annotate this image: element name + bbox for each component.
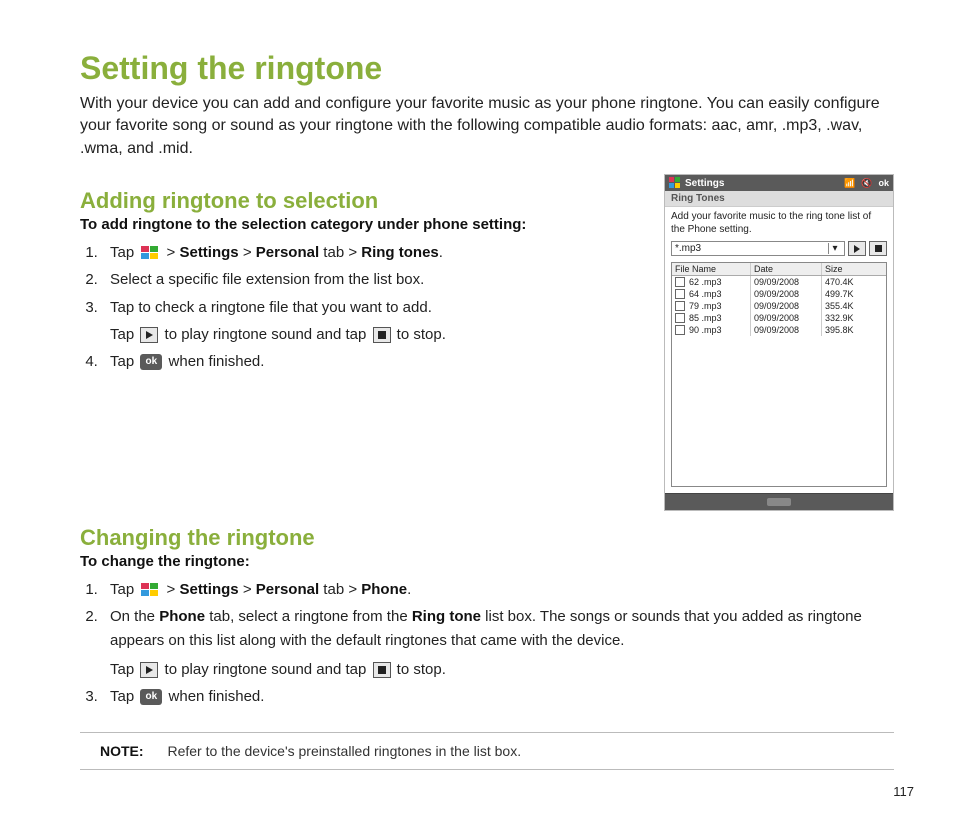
speaker-icon: 🔇 [861,178,872,189]
shot-subbar: Ring Tones [665,191,893,207]
col-filename[interactable]: File Name [672,263,751,275]
text: when finished. [164,688,264,705]
shot-title: Settings [685,178,724,189]
play-icon [140,327,158,343]
col-size[interactable]: Size [822,263,886,275]
note-label: NOTE: [100,743,144,759]
text: . [439,244,443,261]
text: tab, select a ringtone from the [205,608,412,625]
note-text: Refer to the device's preinstalled ringt… [167,743,521,759]
signal-icon: 📶 [844,178,855,189]
shot-ok[interactable]: ok [878,178,889,188]
shot-titlebar: Settings 📶 🔇 ok [665,175,893,191]
text: Tap [110,326,138,343]
text: On the [110,608,159,625]
page-number: 117 [893,784,914,799]
text: Tap [110,581,138,598]
text: Tap [110,688,138,705]
text: Tap [110,661,138,678]
text: Tap [110,353,138,370]
text-bold: Phone [361,581,407,598]
s2-step1: Tap > Settings > Personal tab > Phone. [102,578,894,601]
text: to stop. [393,326,446,343]
play-button[interactable] [848,241,866,256]
select-value: *.mp3 [675,243,701,254]
checkbox[interactable] [675,289,685,299]
shot-desc: Add your favorite music to the ring tone… [671,211,887,236]
section2-list: Tap > Settings > Personal tab > Phone. O… [80,578,894,708]
checkbox[interactable] [675,325,685,335]
section2-heading: Changing the ringtone [80,525,894,551]
shot-bottombar [665,493,893,510]
table-row[interactable]: 64 .mp309/09/2008499.7K [672,288,886,300]
text: to stop. [393,661,446,678]
stop-button[interactable] [869,241,887,256]
s1-step2: Select a specific file extension from th… [102,268,640,291]
text: > [162,581,179,598]
text: Tap to check a ringtone file that you wa… [110,299,432,316]
start-icon [140,245,160,261]
text: . [407,581,411,598]
text-bold: Personal [256,581,319,598]
table-row[interactable]: 62 .mp309/09/2008470.4K [672,276,886,288]
text-bold: Ring tone [412,608,481,625]
text: > [162,244,179,261]
s1-step4: Tap ok when finished. [102,350,640,373]
s2-step3: Tap ok when finished. [102,685,894,708]
page-title: Setting the ringtone [80,50,894,87]
s2-step2: On the Phone tab, select a ringtone from… [102,605,894,681]
text: > [239,581,256,598]
checkbox[interactable] [675,313,685,323]
section1-subhead: To add ringtone to the selection categor… [80,216,640,233]
col-date[interactable]: Date [751,263,822,275]
play-icon [140,662,158,678]
stop-icon [373,662,391,678]
ok-icon: ok [140,354,162,370]
text-bold: Settings [179,244,238,261]
ok-icon: ok [140,689,162,705]
table-row[interactable]: 85 .mp309/09/2008332.9K [672,312,886,324]
screenshot: Settings 📶 🔇 ok Ring Tones Add your favo… [664,174,894,511]
chevron-down-icon: ▾ [828,243,841,254]
checkbox[interactable] [675,277,685,287]
s1-step3: Tap to check a ringtone file that you wa… [102,296,640,347]
text-bold: Personal [256,244,319,261]
keyboard-icon[interactable] [767,498,791,506]
section1-list: Tap > Settings > Personal tab > Ring ton… [80,241,640,373]
file-table: File Name Date Size 62 .mp309/09/2008470… [671,262,887,487]
text: Tap [110,244,138,261]
text: to play ringtone sound and tap [160,661,370,678]
windows-flag-icon [669,177,681,189]
s1-step1: Tap > Settings > Personal tab > Ring ton… [102,241,640,264]
note-block: NOTE: Refer to the device's preinstalled… [80,732,894,770]
text-bold: Phone [159,608,205,625]
text: to play ringtone sound and tap [160,326,370,343]
text: when finished. [164,353,264,370]
stop-icon [373,327,391,343]
table-row[interactable]: 79 .mp309/09/2008355.4K [672,300,886,312]
section2-subhead: To change the ringtone: [80,553,894,570]
table-row[interactable]: 90 .mp309/09/2008395.8K [672,324,886,336]
text: tab > [319,244,361,261]
text-bold: Settings [179,581,238,598]
checkbox[interactable] [675,301,685,311]
text: tab > [319,581,361,598]
intro-text: With your device you can add and configu… [80,93,894,160]
text: > [239,244,256,261]
section1-heading: Adding ringtone to selection [80,188,640,214]
file-type-select[interactable]: *.mp3 ▾ [671,241,845,256]
start-icon [140,582,160,598]
text-bold: Ring tones [361,244,439,261]
